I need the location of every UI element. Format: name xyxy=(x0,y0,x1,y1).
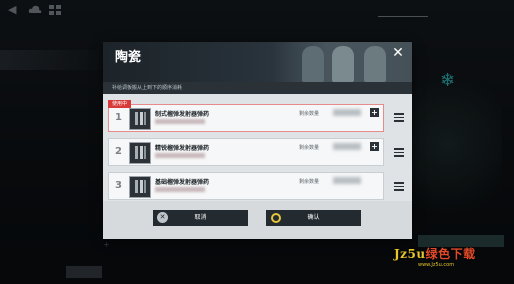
ammo-cartridge xyxy=(135,112,138,125)
ammo-thumbnail xyxy=(129,176,151,198)
add-icon[interactable]: + xyxy=(370,142,379,151)
close-icon[interactable]: ✕ xyxy=(391,46,405,60)
drag-handle-icon[interactable] xyxy=(394,148,404,157)
game-screen: ◀ + ❄ 陶瓷 ✕ 补给调板搬从上到下的顺序消耗 使用中 1 制式榴弹发射器弹… xyxy=(0,0,514,284)
watermark-brand: Jz5u xyxy=(394,247,426,261)
material-meta xyxy=(155,153,205,158)
watermark-url: www.Jz5u.com xyxy=(418,262,455,268)
cancel-label: 取消 xyxy=(194,214,207,221)
header-figure xyxy=(364,46,386,82)
confirm-label: 确认 xyxy=(307,214,320,221)
material-name: 精锐榴弹发射器弹药 xyxy=(155,145,210,152)
add-icon[interactable]: + xyxy=(370,108,379,117)
ammo-cartridge xyxy=(144,112,146,125)
dialog-footer: ✕ 取消 确认 xyxy=(103,201,412,239)
watermark-logo: Jz5u绿色下载 xyxy=(394,245,476,262)
remain-label: 剩余数量 xyxy=(299,179,320,185)
remain-value xyxy=(333,143,361,150)
remain-label: 剩余数量 xyxy=(299,111,320,117)
material-row[interactable]: 使用中 1 制式榴弹发射器弹药 剩余数量 + xyxy=(108,100,384,132)
material-name: 制式榴弹发射器弹药 xyxy=(155,111,210,118)
cancel-button[interactable]: ✕ 取消 xyxy=(153,210,248,226)
row-index: 3 xyxy=(115,180,122,191)
ammo-cartridge xyxy=(144,146,146,159)
ammo-cartridge xyxy=(140,180,143,193)
material-row[interactable]: 3 基础榴弹发射器弹药 剩余数量 xyxy=(108,172,384,200)
ammo-thumbnail xyxy=(129,108,151,130)
material-meta xyxy=(155,119,205,124)
ammo-cartridge xyxy=(140,112,143,125)
ammo-cartridge xyxy=(135,146,138,159)
header-figure xyxy=(332,46,354,82)
in-use-badge: 使用中 xyxy=(108,100,132,108)
material-row[interactable]: 2 精锐榴弹发射器弹药 剩余数量 + xyxy=(108,138,384,166)
dialog-header: 陶瓷 ✕ xyxy=(103,42,412,82)
material-name: 基础榴弹发射器弹药 xyxy=(155,179,210,186)
remain-value xyxy=(333,177,361,184)
header-figure xyxy=(302,46,324,82)
row-index: 2 xyxy=(115,146,122,157)
ammo-thumbnail xyxy=(129,142,151,164)
ammo-cartridge xyxy=(140,146,143,159)
ammo-cartridge xyxy=(135,180,138,193)
remain-value xyxy=(333,109,361,116)
instruction-text: 补给调板搬从上到下的顺序消耗 xyxy=(103,82,412,94)
watermark-cn: 绿色下载 xyxy=(425,247,476,261)
ammo-cartridge xyxy=(144,180,146,193)
remain-label: 剩余数量 xyxy=(299,145,320,151)
row-index: 1 xyxy=(115,112,122,123)
drag-handle-icon[interactable] xyxy=(394,182,404,191)
confirm-circle-icon xyxy=(271,213,281,223)
confirm-button[interactable]: 确认 xyxy=(266,210,361,226)
cancel-x-icon: ✕ xyxy=(157,212,168,223)
material-meta xyxy=(155,187,205,192)
supply-dialog: 陶瓷 ✕ 补给调板搬从上到下的顺序消耗 使用中 1 制式榴弹发射器弹药 剩余数量… xyxy=(103,42,412,239)
dialog-title: 陶瓷 xyxy=(115,50,142,65)
drag-handle-icon[interactable] xyxy=(394,113,404,122)
